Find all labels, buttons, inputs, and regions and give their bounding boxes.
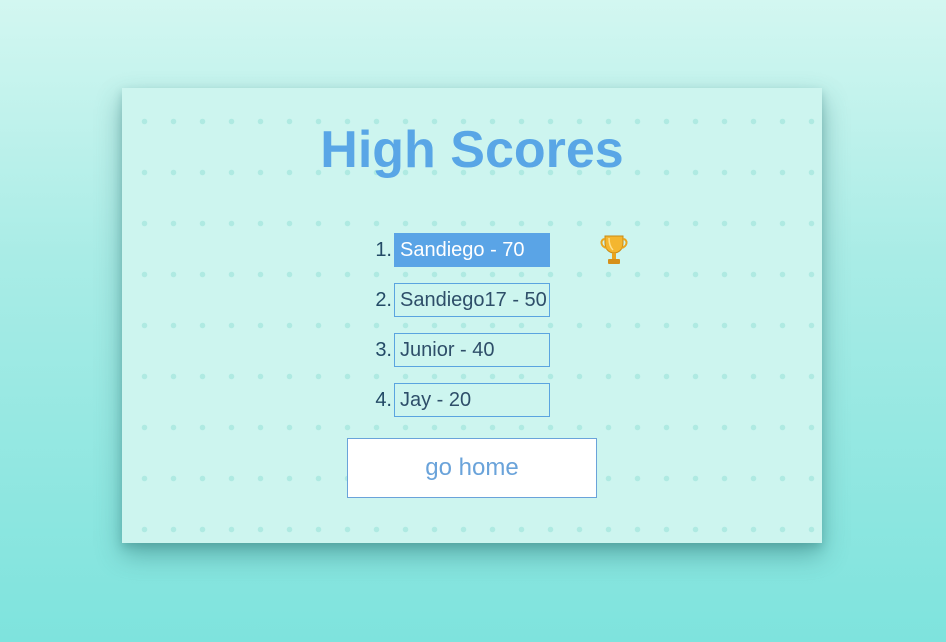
score-row-1: 1. Sandiego - 70 xyxy=(368,233,550,267)
trophy-icon xyxy=(599,233,629,267)
score-rank: 1. xyxy=(375,238,392,261)
score-entry: Sandiego - 70 xyxy=(394,233,550,267)
score-entry: Sandiego17 - 50 xyxy=(394,283,550,317)
score-row-3: 3. Junior - 40 xyxy=(368,333,550,367)
score-entry: Jay - 20 xyxy=(394,383,550,417)
page-title: High Scores xyxy=(320,121,624,179)
score-rank: 3. xyxy=(375,338,392,361)
score-rank: 2. xyxy=(375,288,392,311)
high-scores-panel: High Scores 1. Sandiego - 70 2. Sandiego… xyxy=(122,88,822,543)
score-row-4: 4. Jay - 20 xyxy=(368,383,550,417)
go-home-button[interactable]: go home xyxy=(347,438,597,498)
score-entry: Junior - 40 xyxy=(394,333,550,367)
score-row-2: 2. Sandiego17 - 50 xyxy=(368,283,550,317)
score-rank: 4. xyxy=(375,388,392,411)
